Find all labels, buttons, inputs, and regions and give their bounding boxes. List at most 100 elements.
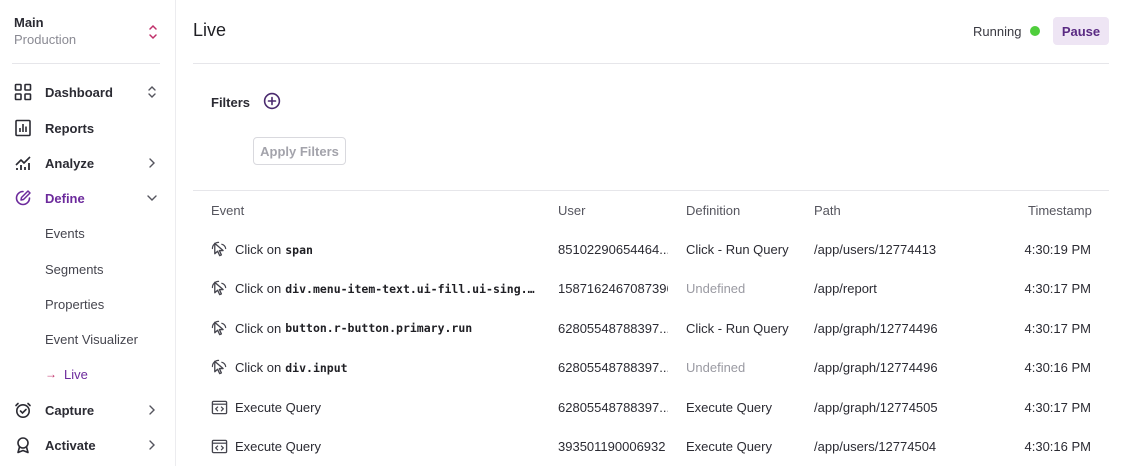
cursor-click-icon (211, 320, 235, 337)
trend-chart-icon (15, 156, 31, 170)
definition-cell: Undefined (686, 360, 746, 376)
timestamp-cell: 4:30:16 PM (1024, 360, 1092, 376)
column-header-path[interactable]: Path (814, 203, 841, 218)
status-label: Running (973, 24, 1022, 39)
sidebar-item-label: Dashboard (45, 84, 113, 100)
definition-cell: Click - Run Query (686, 242, 789, 257)
filters-divider (193, 190, 1109, 191)
event-selector: div.input (285, 360, 348, 375)
sidebar-item-analyze[interactable]: Analyze (0, 148, 176, 178)
cursor-click-icon (211, 280, 235, 297)
definition-cell: Undefined (686, 281, 746, 297)
filters-label: Filters (211, 95, 251, 110)
chevron-up-down-icon (149, 24, 157, 40)
sidebar-subitem-live[interactable]: → Live (45, 363, 88, 385)
column-header-event[interactable]: Event (211, 203, 244, 218)
status-indicator (1030, 26, 1040, 36)
chevron-right-icon (149, 158, 155, 168)
event-selector: div.menu-item-text.ui-fill.ui-sing... (285, 281, 541, 296)
environment-stage: Production (14, 32, 77, 47)
sidebar-item-define[interactable]: Define (0, 183, 176, 213)
table-row[interactable]: Click on span 85102290654464... Click - Run… (193, 230, 1109, 269)
event-selector: span (285, 242, 313, 257)
cursor-click-icon (211, 359, 235, 376)
table-row[interactable]: Click on div.menu-item-text.ui-fill.ui-si… (193, 269, 1109, 308)
timestamp-cell: 4:30:16 PM (1024, 439, 1092, 454)
user-cell: 62805548788397... (558, 320, 668, 336)
grid-icon (14, 83, 32, 101)
page-title: Live (193, 20, 227, 40)
user-cell: 62805548788397... (558, 360, 668, 376)
event-cell: Click on span (211, 230, 541, 269)
user-cell: 62805548788397... (558, 399, 668, 415)
timestamp-cell: 4:30:17 PM (1024, 399, 1092, 415)
event-prefix: Click on (235, 320, 282, 336)
chevron-up-down-icon (148, 86, 156, 98)
sidebar-subitem-events[interactable]: Events (45, 222, 85, 244)
user-cell: 85102290654464... (558, 242, 668, 257)
timestamp-cell: 4:30:17 PM (1024, 281, 1092, 297)
ribbon-icon (17, 437, 29, 454)
timestamp-cell: 4:30:19 PM (1024, 242, 1092, 257)
event-prefix: Execute Query (235, 439, 321, 454)
sidebar-subitem-label: Live (64, 366, 88, 382)
table-row[interactable]: Execute Query 393501190006932 Execute Quer… (193, 427, 1109, 466)
path-cell: /app/users/12774413 (814, 242, 937, 257)
table-row[interactable]: Click on div.input 62805548788397... Undefi… (193, 348, 1109, 387)
event-cell: Execute Query (211, 427, 541, 466)
path-cell: /app/users/12774504 (814, 439, 937, 454)
sidebar-item-dashboard[interactable]: Dashboard (0, 77, 176, 107)
arrow-right-icon: → (45, 367, 57, 381)
event-cell: Click on button.r-button.primary.run (211, 309, 541, 348)
sidebar-item-label: Analyze (45, 155, 95, 171)
sidebar-subitem-event-visualizer[interactable]: Event Visualizer (45, 328, 138, 350)
code-window-icon (211, 399, 235, 416)
sidebar-item-label: Reports (45, 120, 95, 136)
chevron-right-icon (149, 440, 155, 450)
path-cell: /app/graph/12774496 (814, 360, 938, 376)
sidebar-divider (12, 63, 160, 64)
table-row[interactable]: Click on button.r-button.primary.run 62805… (193, 309, 1109, 348)
event-prefix: Click on (235, 281, 282, 297)
add-filter-plus-icon[interactable] (263, 92, 281, 110)
chevron-right-icon (149, 405, 155, 415)
definition-cell: Execute Query (686, 399, 772, 415)
event-selector: button.r-button.primary.run (285, 321, 473, 336)
sidebar-item-capture[interactable]: Capture (0, 395, 176, 425)
timestamp-cell: 4:30:17 PM (1024, 320, 1092, 336)
environment-switcher[interactable]: Main Production (14, 14, 162, 52)
cursor-click-icon (211, 241, 235, 258)
path-cell: /app/graph/12774496 (814, 320, 938, 336)
sidebar-item-activate[interactable]: Activate (0, 430, 176, 460)
column-header-definition[interactable]: Definition (686, 203, 740, 218)
define-pen-icon (15, 190, 31, 206)
user-cell: 393501190006932 (558, 439, 666, 454)
pause-button[interactable]: Pause (1053, 17, 1109, 45)
event-prefix: Click on (235, 242, 282, 257)
environment-name: Main (14, 15, 44, 30)
path-cell: /app/graph/12774505 (814, 399, 938, 415)
sidebar-subitem-segments[interactable]: Segments (45, 258, 104, 280)
apply-filters-button[interactable]: Apply Filters (253, 137, 346, 165)
table-row[interactable]: Execute Query 62805548788397... Execute Qu… (193, 388, 1109, 427)
event-cell: Click on div.menu-item-text.ui-fill.ui-si… (211, 269, 541, 308)
user-cell: 1587162467087396 (558, 281, 668, 297)
definition-cell: Execute Query (686, 439, 772, 454)
event-cell: Click on div.input (211, 348, 541, 387)
report-icon (15, 119, 31, 137)
event-cell: Execute Query (211, 388, 541, 427)
code-window-icon (211, 438, 235, 455)
column-header-user[interactable]: User (558, 203, 585, 218)
sidebar-subitem-properties[interactable]: Properties (45, 293, 104, 315)
header-divider (193, 63, 1109, 64)
definition-cell: Click - Run Query (686, 320, 789, 336)
sidebar-item-label: Capture (45, 402, 95, 418)
chevron-down-icon (147, 195, 157, 201)
sidebar: Main Production Dashboard Reports Analyz… (0, 0, 176, 466)
column-header-timestamp[interactable]: Timestamp (1028, 203, 1092, 218)
sidebar-item-reports[interactable]: Reports (0, 113, 176, 143)
sidebar-item-label: Define (45, 190, 85, 206)
event-prefix: Execute Query (235, 399, 321, 415)
event-prefix: Click on (235, 360, 282, 376)
path-cell: /app/report (814, 281, 877, 297)
